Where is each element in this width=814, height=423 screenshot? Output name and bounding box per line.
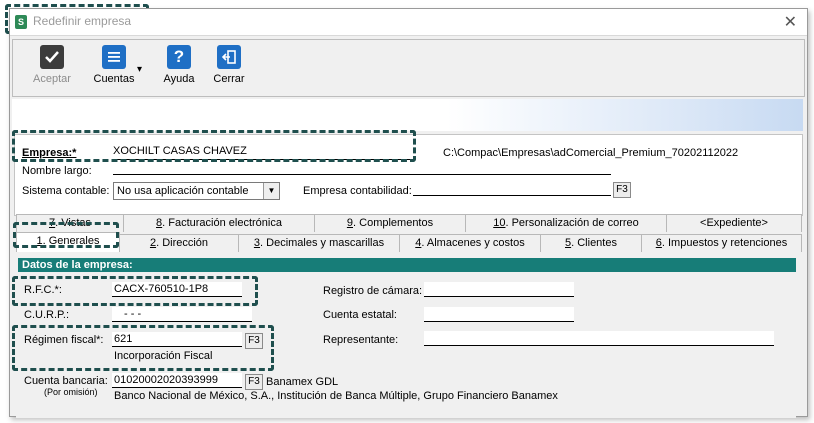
- registro-camara-field[interactable]: [424, 282, 574, 297]
- tab-almacenes[interactable]: 4. Almacenes y costos: [399, 234, 541, 252]
- regimen-description: Incorporación Fiscal: [114, 350, 213, 362]
- banco-short-name: Banamex GDL: [266, 376, 339, 388]
- empresa-path: C:\Compac\Empresas\adComercial_Premium_7…: [443, 147, 739, 159]
- cuenta-estatal-field[interactable]: [424, 307, 574, 322]
- tab-generales[interactable]: 1. Generales: [16, 232, 120, 252]
- tab-clientes[interactable]: 5. Clientes: [540, 234, 642, 252]
- tab-facturacion-text: . Facturación electrónica: [162, 217, 282, 229]
- tab-expediente-text: <Expediente>: [700, 217, 768, 229]
- cuenta-bancaria-field[interactable]: 01020002020393999: [112, 373, 242, 388]
- aceptar-button[interactable]: Aceptar: [27, 45, 77, 85]
- ayuda-button[interactable]: ? Ayuda: [159, 45, 199, 85]
- empresa-header: Empresa:* XOCHILT CASAS CHAVEZ C:\Compac…: [14, 134, 803, 216]
- tab-expediente[interactable]: <Expediente>: [666, 214, 802, 232]
- nombre-largo-label: Nombre largo:: [22, 165, 92, 177]
- sistema-contable-select[interactable]: No usa aplicación contable ▼: [113, 182, 280, 200]
- aceptar-label: Aceptar: [33, 73, 71, 85]
- cuenta-f3-button[interactable]: F3: [245, 374, 263, 390]
- sistema-contable-label: Sistema contable:: [22, 185, 110, 197]
- banco-full-name: Banco Nacional de México, S.A., Instituc…: [114, 390, 558, 402]
- tab-strip: 7. Vistas 8. Facturación electrónica 9. …: [14, 214, 802, 254]
- representante-field[interactable]: [424, 331, 774, 346]
- tab-complementos-text: . Complementos: [353, 217, 434, 229]
- rfc-label: R.F.C.*:: [24, 284, 62, 296]
- tab-impuestos[interactable]: 6. Impuestos y retenciones: [641, 234, 802, 252]
- tab-personalizacion-num: 10: [493, 217, 506, 229]
- tab-decimales[interactable]: 3. Decimales y mascarillas: [238, 234, 400, 252]
- cuentas-button[interactable]: Cuentas: [89, 45, 139, 85]
- window-title: Redefinir empresa: [33, 14, 132, 28]
- cerrar-button[interactable]: Cerrar: [209, 45, 249, 85]
- help-question-icon: ?: [167, 45, 191, 69]
- tab-vistas-text: . Vistas: [55, 217, 91, 229]
- cerrar-label: Cerrar: [213, 73, 245, 85]
- cuenta-bancaria-label: Cuenta bancaria:: [24, 375, 108, 387]
- empresa-contabilidad-label: Empresa contabilidad:: [303, 185, 412, 197]
- registro-camara-label: Registro de cámara:: [323, 285, 423, 297]
- empresa-contabilidad-f3-button[interactable]: F3: [613, 182, 631, 198]
- header-band: [12, 99, 803, 131]
- tab-generales-text: . Generales: [42, 235, 100, 247]
- tab-clientes-text: . Clientes: [571, 237, 617, 249]
- cuentas-dropdown-icon[interactable]: ▾: [137, 64, 142, 75]
- tab-vistas[interactable]: 7. Vistas: [16, 214, 124, 232]
- tab-impuestos-text: . Impuestos y retenciones: [661, 237, 788, 249]
- curp-label: C.U.R.P.:: [24, 309, 70, 321]
- tab-personalizacion-text: . Personalización de correo: [505, 217, 639, 229]
- cuenta-bancaria-sublabel: (Por omisión): [44, 387, 98, 397]
- exit-door-icon: [217, 45, 241, 69]
- nombre-largo-field[interactable]: [113, 160, 611, 175]
- tab-complementos[interactable]: 9. Complementos: [314, 214, 466, 232]
- app-logo-icon: S: [15, 15, 27, 29]
- tab-direccion[interactable]: 2. Dirección: [119, 234, 239, 252]
- toolbar: Aceptar Cuentas ▾ ? Ayuda Cerrar: [12, 39, 805, 97]
- representante-label: Representante:: [323, 334, 399, 346]
- regimen-f3-button[interactable]: F3: [245, 333, 263, 349]
- cuentas-label: Cuentas: [93, 73, 135, 85]
- tab-almacenes-text: . Almacenes y costos: [421, 237, 525, 249]
- cuenta-estatal-label: Cuenta estatal:: [323, 309, 397, 321]
- title-bar: S Redefinir empresa ✕: [10, 9, 807, 36]
- sistema-contable-value: No usa aplicación contable: [117, 185, 249, 197]
- regimen-fiscal-label: Régimen fiscal*:: [24, 334, 104, 346]
- empresa-contabilidad-field[interactable]: [413, 181, 611, 196]
- empresa-field[interactable]: XOCHILT CASAS CHAVEZ: [113, 145, 413, 160]
- ayuda-label: Ayuda: [163, 73, 195, 85]
- regimen-fiscal-field[interactable]: 621: [112, 332, 242, 347]
- chevron-down-icon: ▼: [263, 183, 279, 199]
- list-document-icon: [102, 45, 126, 69]
- tab-personalizacion[interactable]: 10. Personalización de correo: [465, 214, 667, 232]
- tab-facturacion[interactable]: 8. Facturación electrónica: [123, 214, 315, 232]
- tab-direccion-text: . Dirección: [156, 237, 209, 249]
- rfc-field[interactable]: CACX-760510-1P8: [112, 282, 242, 297]
- tab-decimales-text: . Decimales y mascarillas: [260, 237, 385, 249]
- curp-field[interactable]: - - -: [112, 307, 252, 322]
- close-icon[interactable]: ✕: [784, 12, 797, 32]
- section-header: Datos de la empresa:: [18, 258, 796, 272]
- checkmark-icon: [40, 45, 64, 69]
- empresa-label: Empresa:*: [22, 147, 77, 159]
